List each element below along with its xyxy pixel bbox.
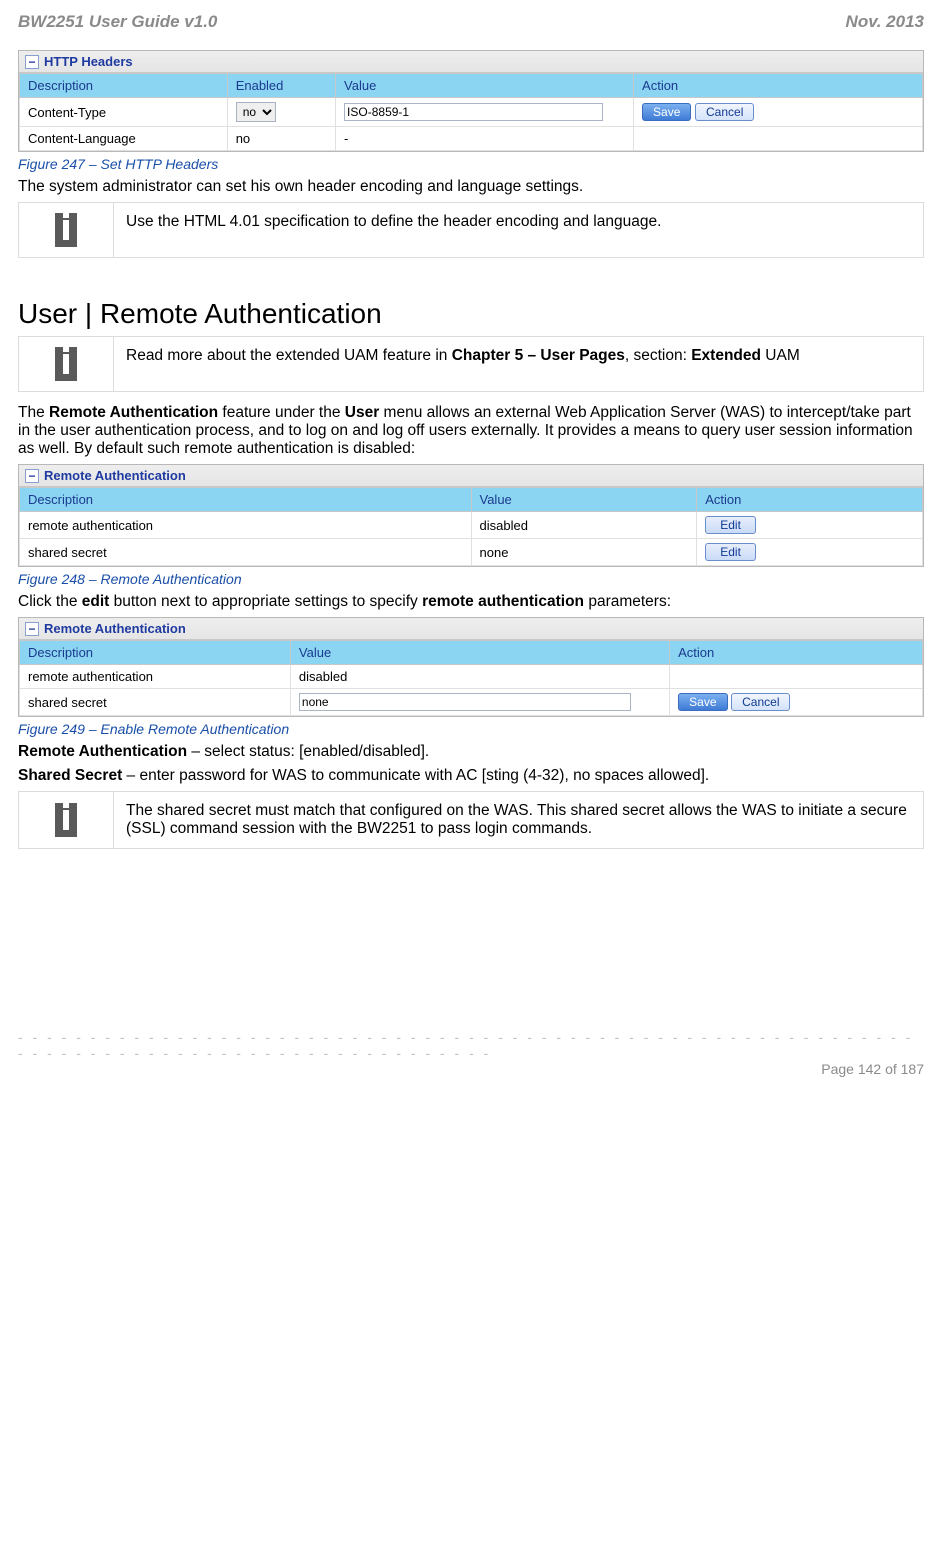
collapse-icon[interactable]: −	[25, 55, 39, 69]
info-box: Use the HTML 4.01 specification to defin…	[18, 202, 924, 258]
panel-title: Remote Authentication	[44, 468, 186, 483]
info-box: The shared secret must match that config…	[18, 791, 924, 849]
save-button[interactable]: Save	[642, 103, 691, 121]
cell-enabled: no	[227, 127, 335, 151]
figure-caption-247: Figure 247 – Set HTTP Headers	[18, 156, 924, 172]
page-header: BW2251 User Guide v1.0 Nov. 2013	[18, 12, 924, 32]
enabled-select[interactable]: no	[236, 102, 276, 122]
cell-description: remote authentication	[20, 512, 472, 539]
remote-auth-panel-edit: − Remote Authentication Description Valu…	[18, 617, 924, 717]
cell-action	[670, 665, 923, 689]
cancel-button[interactable]: Cancel	[731, 693, 790, 711]
remote-auth-edit-table: Description Value Action remote authenti…	[19, 640, 923, 716]
body-text: Shared Secret – enter password for WAS t…	[18, 767, 924, 785]
info-icon	[55, 213, 77, 247]
col-enabled: Enabled	[227, 74, 335, 98]
cell-value: -	[336, 127, 634, 151]
http-headers-table: Description Enabled Value Action Content…	[19, 73, 923, 151]
cell-action: Edit	[697, 512, 923, 539]
info-text: The shared secret must match that config…	[114, 792, 924, 849]
page-footer: - - - - - - - - - - - - - - - - - - - - …	[18, 1029, 924, 1077]
info-icon	[55, 803, 77, 837]
col-action: Action	[634, 74, 923, 98]
cell-enabled: no	[227, 98, 335, 127]
value-input[interactable]	[344, 103, 603, 121]
panel-title: HTTP Headers	[44, 54, 133, 69]
cell-action: Save Cancel	[670, 689, 923, 716]
col-action: Action	[697, 488, 923, 512]
footer-dots: - - - - - - - - - - - - - - - - - - - - …	[18, 1029, 924, 1061]
cell-value	[336, 98, 634, 127]
table-row: remote authentication disabled Edit	[20, 512, 923, 539]
info-box: Read more about the extended UAM feature…	[18, 336, 924, 392]
cell-description: Content-Language	[20, 127, 228, 151]
panel-titlebar: − Remote Authentication	[19, 465, 923, 487]
panel-titlebar: − HTTP Headers	[19, 51, 923, 73]
remote-auth-table: Description Value Action remote authenti…	[19, 487, 923, 566]
header-left: BW2251 User Guide v1.0	[18, 12, 217, 32]
cell-description: shared secret	[20, 539, 472, 566]
edit-button[interactable]: Edit	[705, 516, 756, 534]
cancel-button[interactable]: Cancel	[695, 103, 754, 121]
cell-value	[290, 689, 669, 716]
col-value: Value	[471, 488, 697, 512]
col-value: Value	[336, 74, 634, 98]
col-description: Description	[20, 74, 228, 98]
info-icon	[55, 347, 77, 381]
figure-caption-248: Figure 248 – Remote Authentication	[18, 571, 924, 587]
col-value: Value	[290, 641, 669, 665]
body-text: The system administrator can set his own…	[18, 178, 924, 196]
info-icon-cell	[19, 792, 114, 849]
cell-description: shared secret	[20, 689, 291, 716]
cell-action: Edit	[697, 539, 923, 566]
edit-button[interactable]: Edit	[705, 543, 756, 561]
http-headers-panel: − HTTP Headers Description Enabled Value…	[18, 50, 924, 152]
cell-action	[634, 127, 923, 151]
shared-secret-input[interactable]	[299, 693, 631, 711]
cell-action: Save Cancel	[634, 98, 923, 127]
info-text: Read more about the extended UAM feature…	[114, 337, 924, 392]
section-heading: User | Remote Authentication	[18, 298, 924, 330]
cell-value: none	[471, 539, 697, 566]
body-text: Click the edit button next to appropriat…	[18, 593, 924, 611]
col-action: Action	[670, 641, 923, 665]
save-button[interactable]: Save	[678, 693, 727, 711]
table-row: remote authentication disabled	[20, 665, 923, 689]
table-row: shared secret Save Cancel	[20, 689, 923, 716]
cell-description: remote authentication	[20, 665, 291, 689]
table-row: shared secret none Edit	[20, 539, 923, 566]
panel-title: Remote Authentication	[44, 621, 186, 636]
collapse-icon[interactable]: −	[25, 622, 39, 636]
collapse-icon[interactable]: −	[25, 469, 39, 483]
panel-titlebar: − Remote Authentication	[19, 618, 923, 640]
page-number: Page 142 of 187	[18, 1061, 924, 1077]
table-row: Content-Language no -	[20, 127, 923, 151]
remote-auth-panel: − Remote Authentication Description Valu…	[18, 464, 924, 567]
col-description: Description	[20, 488, 472, 512]
cell-value: disabled	[471, 512, 697, 539]
info-icon-cell	[19, 337, 114, 392]
body-text: The Remote Authentication feature under …	[18, 404, 924, 458]
cell-value: disabled	[290, 665, 669, 689]
body-text: Remote Authentication – select status: […	[18, 743, 924, 761]
info-text: Use the HTML 4.01 specification to defin…	[114, 203, 924, 258]
figure-caption-249: Figure 249 – Enable Remote Authenticatio…	[18, 721, 924, 737]
cell-description: Content-Type	[20, 98, 228, 127]
info-icon-cell	[19, 203, 114, 258]
header-right: Nov. 2013	[846, 12, 924, 32]
col-description: Description	[20, 641, 291, 665]
table-row: Content-Type no Save Cancel	[20, 98, 923, 127]
